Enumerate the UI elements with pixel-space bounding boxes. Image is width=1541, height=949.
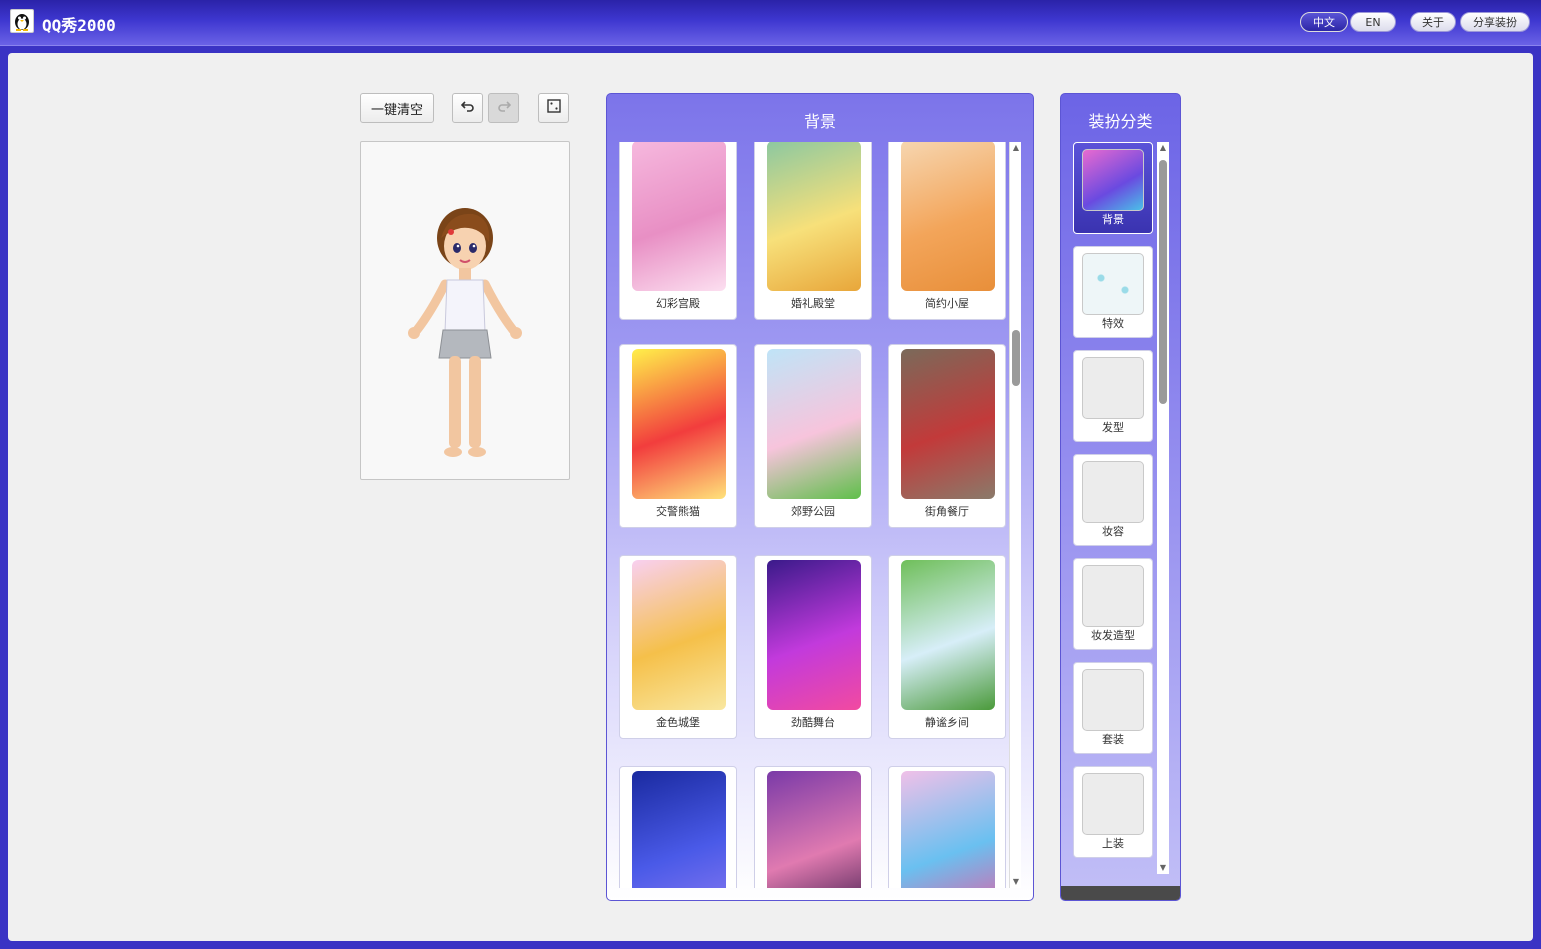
sparkle-icon xyxy=(1082,253,1144,315)
background-item-label: 简约小屋 xyxy=(925,297,969,310)
undo-icon xyxy=(460,100,475,116)
background-icon xyxy=(1082,149,1144,211)
redo-button[interactable] xyxy=(488,93,519,123)
scrollbar-thumb[interactable] xyxy=(1159,160,1167,404)
category-item[interactable]: 套装 xyxy=(1073,662,1153,754)
background-thumbnail xyxy=(901,349,995,499)
scroll-up-icon[interactable]: ▲ xyxy=(1010,142,1022,154)
background-item[interactable] xyxy=(619,766,737,888)
main-area: 一键清空 背景 幻彩宫殿 婚礼殿堂 简约小屋 交警熊猫 郊野公园 街角餐厅 金色… xyxy=(8,53,1533,941)
background-item-label: 金色城堡 xyxy=(656,716,700,729)
scrollbar-thumb[interactable] xyxy=(1012,330,1020,386)
background-item[interactable] xyxy=(888,766,1006,888)
app-title: QQ秀2000 xyxy=(42,16,116,35)
category-item-label: 特效 xyxy=(1102,317,1124,330)
category-item[interactable]: 妆发造型 xyxy=(1073,558,1153,650)
background-scrollbar[interactable]: ▲ ▼ xyxy=(1009,142,1021,888)
background-item[interactable]: 交警熊猫 xyxy=(619,344,737,528)
hair-icon xyxy=(1082,357,1144,419)
outfit-icon xyxy=(1082,669,1144,731)
category-scrollbar[interactable]: ▲ ▼ xyxy=(1157,142,1169,874)
penguin-icon xyxy=(10,9,34,33)
category-item-label: 发型 xyxy=(1102,421,1124,434)
redo-icon xyxy=(497,100,511,116)
background-item[interactable]: 简约小屋 xyxy=(888,142,1006,320)
top-icon xyxy=(1082,773,1144,835)
background-thumbnail xyxy=(901,560,995,710)
scroll-up-icon[interactable]: ▲ xyxy=(1157,142,1169,154)
background-item[interactable] xyxy=(754,766,872,888)
category-item-label: 上装 xyxy=(1102,837,1124,850)
background-thumbnail xyxy=(767,771,861,888)
about-button[interactable]: 关于 xyxy=(1410,12,1456,32)
background-thumbnail xyxy=(901,142,995,291)
background-thumbnail xyxy=(767,142,861,291)
background-item-label: 郊野公园 xyxy=(791,505,835,518)
avatar-preview xyxy=(360,141,570,480)
background-item[interactable]: 金色城堡 xyxy=(619,555,737,739)
scroll-down-icon[interactable]: ▼ xyxy=(1157,862,1169,874)
background-thumbnail xyxy=(632,771,726,888)
background-item-label: 静谧乡间 xyxy=(925,716,969,729)
category-panel: 装扮分类 背景特效发型妆容妆发造型套装上装 ▲ ▼ xyxy=(1060,93,1181,901)
background-panel: 背景 幻彩宫殿 婚礼殿堂 简约小屋 交警熊猫 郊野公园 街角餐厅 金色城堡 劲酷舞台 静谧乡间 … xyxy=(606,93,1034,901)
category-item-label: 妆容 xyxy=(1102,525,1124,538)
category-item[interactable]: 妆容 xyxy=(1073,454,1153,546)
background-thumbnail xyxy=(767,560,861,710)
category-item-label: 背景 xyxy=(1102,213,1124,226)
category-panel-title: 装扮分类 xyxy=(1088,112,1153,131)
hat-icon xyxy=(1082,565,1144,627)
category-item[interactable]: 背景 xyxy=(1073,142,1153,234)
random-button[interactable] xyxy=(538,93,569,123)
background-thumbnail xyxy=(767,349,861,499)
background-thumbnail xyxy=(632,349,726,499)
background-item[interactable]: 劲酷舞台 xyxy=(754,555,872,739)
face-icon xyxy=(1082,461,1144,523)
share-outfit-button[interactable]: 分享装扮 xyxy=(1460,12,1530,32)
scroll-down-icon[interactable]: ▼ xyxy=(1010,876,1022,888)
background-item-label: 交警熊猫 xyxy=(656,505,700,518)
category-item[interactable]: 上装 xyxy=(1073,766,1153,858)
background-item-label: 婚礼殿堂 xyxy=(791,297,835,310)
background-thumbnail xyxy=(901,771,995,888)
background-item-label: 劲酷舞台 xyxy=(791,716,835,729)
category-item-label: 套装 xyxy=(1102,733,1124,746)
lang-en-button[interactable]: EN xyxy=(1350,12,1396,32)
background-item-label: 街角餐厅 xyxy=(925,505,969,518)
background-item[interactable]: 街角餐厅 xyxy=(888,344,1006,528)
background-item[interactable]: 郊野公园 xyxy=(754,344,872,528)
background-thumbnail xyxy=(632,560,726,710)
background-item[interactable]: 婚礼殿堂 xyxy=(754,142,872,320)
category-list: 背景特效发型妆容妆发造型套装上装 xyxy=(1073,142,1153,874)
lang-zh-button[interactable]: 中文 xyxy=(1300,12,1348,32)
background-item[interactable]: 幻彩宫殿 xyxy=(619,142,737,320)
clear-all-button[interactable]: 一键清空 xyxy=(360,93,434,123)
avatar-figure xyxy=(408,208,522,457)
category-item[interactable]: 特效 xyxy=(1073,246,1153,338)
background-item-label: 幻彩宫殿 xyxy=(656,297,700,310)
background-item[interactable]: 静谧乡间 xyxy=(888,555,1006,739)
category-footer-bar xyxy=(1061,886,1180,900)
category-item[interactable]: 发型 xyxy=(1073,350,1153,442)
undo-button[interactable] xyxy=(452,93,483,123)
background-panel-title: 背景 xyxy=(803,112,836,131)
background-thumbnail xyxy=(632,142,726,291)
background-grid: 幻彩宫殿 婚礼殿堂 简约小屋交警熊猫 郊野公园 街角餐厅金色城堡 劲酷舞台 静谧乡间 xyxy=(619,142,1009,888)
category-item-label: 妆发造型 xyxy=(1091,629,1135,642)
dice-icon xyxy=(546,99,561,117)
title-bar: QQ秀2000 中文 EN 关于 分享装扮 xyxy=(0,0,1541,46)
